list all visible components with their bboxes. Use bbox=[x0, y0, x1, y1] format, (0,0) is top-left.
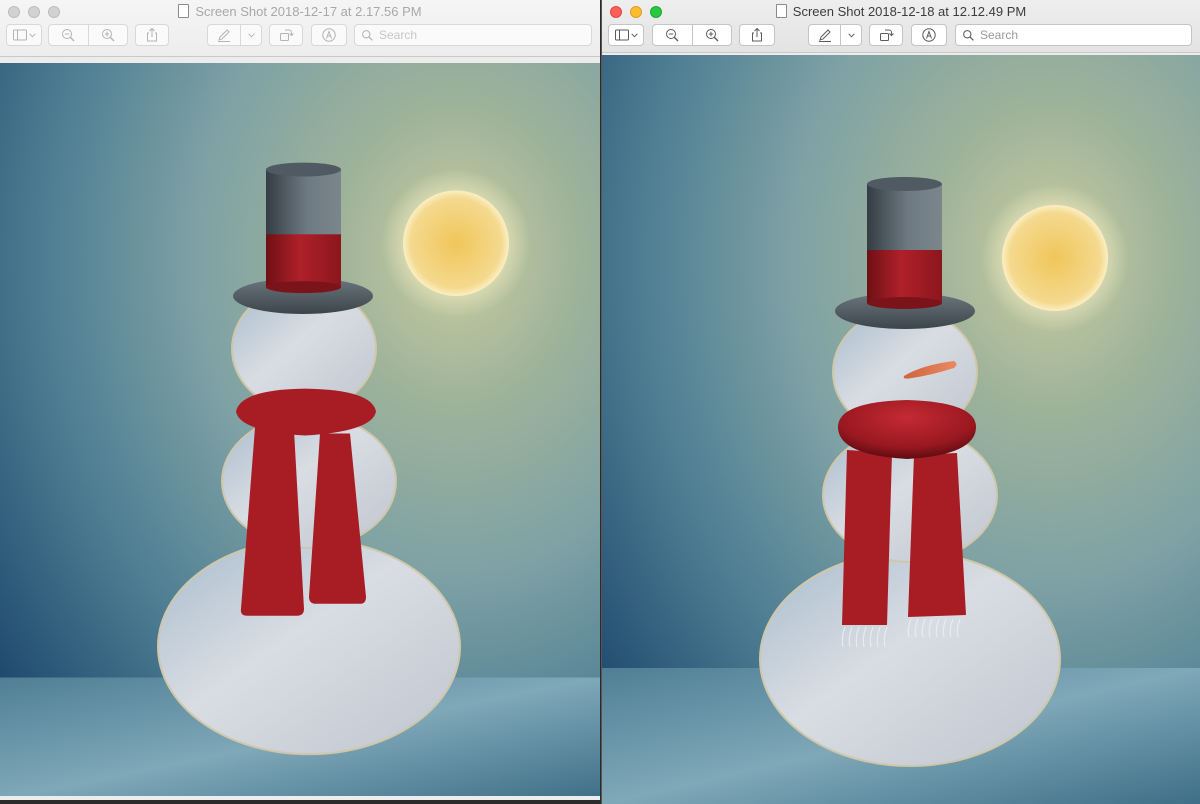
hat-band bbox=[266, 234, 341, 288]
zoom-controls bbox=[48, 24, 128, 46]
rotate-button[interactable] bbox=[869, 24, 903, 46]
search-icon bbox=[362, 29, 373, 41]
scarf-end-left bbox=[842, 450, 892, 625]
document-icon bbox=[178, 4, 190, 18]
markup-button[interactable] bbox=[911, 24, 947, 46]
toolbar: Search bbox=[602, 24, 1200, 48]
image-canvas[interactable] bbox=[602, 55, 1200, 804]
share-icon bbox=[752, 27, 762, 42]
highlight-menu-button[interactable] bbox=[841, 27, 861, 43]
markup-icon bbox=[922, 28, 936, 42]
zoom-in-icon bbox=[101, 29, 115, 42]
markup-button[interactable] bbox=[311, 24, 347, 46]
search-icon bbox=[963, 29, 974, 41]
share-button[interactable] bbox=[739, 24, 775, 46]
hat-band-base bbox=[867, 297, 942, 309]
zoom-out-icon bbox=[666, 29, 679, 42]
zoom-out-icon bbox=[62, 29, 75, 42]
preview-window-right: Screen Shot 2018-12-18 at 12.12.49 PM Se… bbox=[602, 0, 1200, 804]
rotate-icon bbox=[880, 29, 894, 41]
share-button[interactable] bbox=[135, 24, 169, 46]
document-icon bbox=[775, 4, 787, 18]
zoom-in-icon bbox=[705, 29, 719, 42]
highlight-menu-button[interactable] bbox=[241, 27, 261, 43]
hat-band-base bbox=[266, 281, 341, 294]
hat-top bbox=[266, 162, 341, 177]
share-icon bbox=[147, 27, 157, 42]
image-canvas[interactable] bbox=[0, 63, 600, 800]
zoom-in-button[interactable] bbox=[89, 27, 128, 43]
zoom-controls bbox=[652, 24, 732, 46]
preview-window-left: Screen Shot 2018-12-17 at 2.17.56 PM Sea… bbox=[0, 0, 600, 800]
highlight-button[interactable] bbox=[208, 27, 240, 43]
window-bottom-edge bbox=[0, 796, 600, 800]
chevron-down-icon bbox=[247, 33, 255, 38]
toolbar: Search bbox=[0, 24, 600, 48]
highlight-button[interactable] bbox=[809, 27, 840, 43]
window-title: Screen Shot 2018-12-18 at 12.12.49 PM bbox=[602, 4, 1200, 19]
search-placeholder: Search bbox=[379, 28, 418, 42]
snowman-bottom bbox=[157, 538, 461, 756]
pen-icon bbox=[218, 29, 230, 42]
snowman-image bbox=[0, 63, 600, 800]
search-field[interactable]: Search bbox=[955, 24, 1192, 46]
sidebar-icon bbox=[12, 29, 27, 41]
highlight-controls bbox=[808, 24, 862, 46]
sidebar-toggle-button[interactable] bbox=[608, 24, 644, 46]
hat-band bbox=[867, 250, 942, 303]
sun bbox=[403, 190, 509, 297]
chevron-down-icon bbox=[848, 33, 855, 38]
sun bbox=[1002, 205, 1108, 311]
scarf-wrap bbox=[838, 400, 976, 459]
chevron-down-icon bbox=[630, 33, 638, 38]
zoom-in-button[interactable] bbox=[693, 27, 732, 43]
title-bar[interactable]: Screen Shot 2018-12-18 at 12.12.49 PM Se… bbox=[602, 0, 1200, 53]
zoom-out-button[interactable] bbox=[49, 27, 88, 43]
window-title-text: Screen Shot 2018-12-17 at 2.17.56 PM bbox=[195, 4, 422, 19]
sidebar-toggle-button[interactable] bbox=[6, 24, 42, 46]
highlight-controls bbox=[207, 24, 262, 46]
search-field[interactable]: Search bbox=[354, 24, 592, 46]
window-title: Screen Shot 2018-12-17 at 2.17.56 PM bbox=[0, 4, 600, 19]
pen-icon bbox=[818, 29, 831, 42]
hat-top bbox=[867, 177, 942, 191]
search-placeholder: Search bbox=[980, 28, 1019, 42]
rotate-icon bbox=[280, 29, 294, 41]
scarf-end-right bbox=[908, 453, 966, 617]
snowman-image bbox=[602, 55, 1200, 804]
chevron-down-icon bbox=[28, 33, 36, 38]
rotate-button[interactable] bbox=[269, 24, 303, 46]
markup-icon bbox=[322, 28, 336, 42]
title-bar[interactable]: Screen Shot 2018-12-17 at 2.17.56 PM Sea… bbox=[0, 0, 600, 57]
zoom-out-button[interactable] bbox=[653, 27, 692, 43]
window-title-text: Screen Shot 2018-12-18 at 12.12.49 PM bbox=[792, 4, 1027, 19]
sidebar-icon bbox=[614, 29, 629, 41]
